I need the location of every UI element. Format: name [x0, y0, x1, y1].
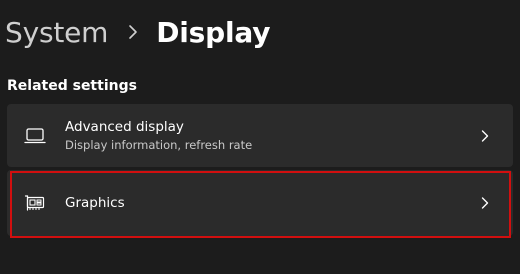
- chevron-right-icon: [129, 25, 138, 39]
- breadcrumb: System Display: [5, 10, 270, 54]
- monitor-icon: [24, 127, 46, 143]
- chevron-right-icon: [481, 197, 489, 209]
- graphics-item[interactable]: Graphics: [7, 170, 513, 236]
- page-title: Display: [156, 15, 271, 49]
- chevron-right-icon: [481, 129, 489, 142]
- graphics-card-icon: [24, 195, 45, 211]
- advanced-display-subtitle: Display information, refresh rate: [65, 138, 253, 152]
- graphics-title: Graphics: [65, 195, 125, 211]
- settings-page: System Display Related settings Advanced…: [0, 0, 520, 274]
- advanced-display-item[interactable]: Advanced display Display information, re…: [7, 104, 513, 167]
- advanced-display-title: Advanced display: [65, 119, 184, 135]
- section-title: Related settings: [7, 78, 137, 94]
- breadcrumb-system[interactable]: System: [5, 16, 108, 49]
